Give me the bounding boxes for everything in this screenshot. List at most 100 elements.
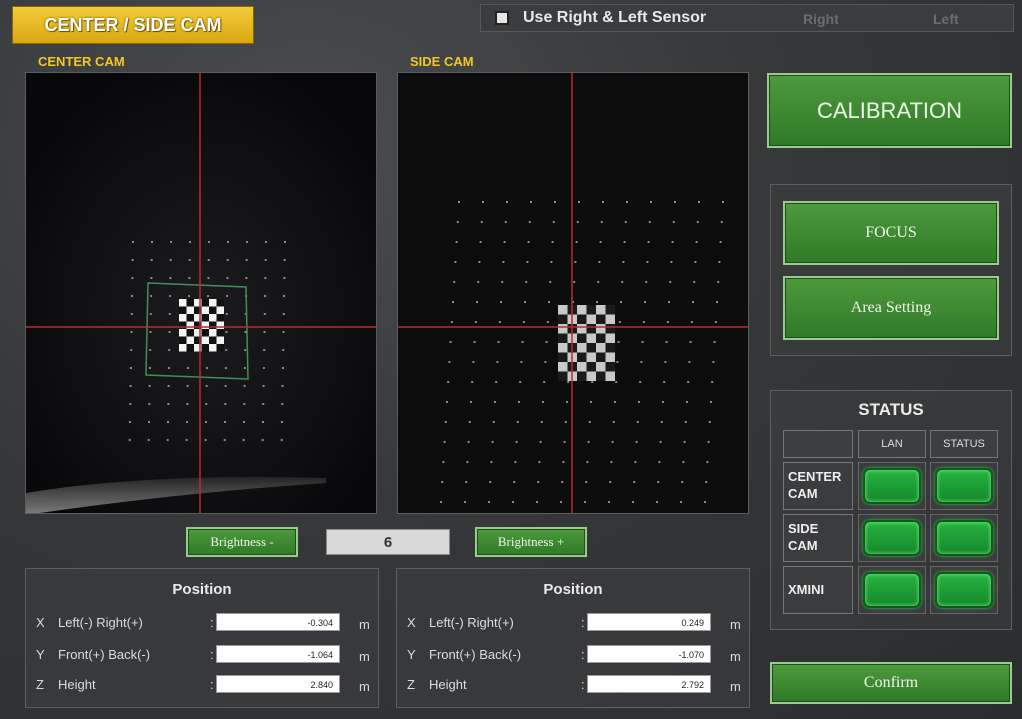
- center-cam-lan-indicator: [863, 468, 921, 504]
- calibration-dot: [514, 461, 517, 463]
- calibration-button[interactable]: CALIBRATION: [767, 73, 1012, 148]
- xmini-status-indicator: [935, 572, 993, 608]
- side-y-value-field[interactable]: -1.070: [587, 645, 711, 663]
- center-z-value-field[interactable]: 2.840: [216, 675, 340, 693]
- calibration-dot: [586, 461, 589, 463]
- calibration-dot: [464, 501, 466, 503]
- calibration-dot: [662, 401, 664, 403]
- row-label: Height: [429, 677, 467, 692]
- center-cam-view[interactable]: [25, 72, 377, 514]
- calibration-dot: [491, 441, 494, 443]
- calibration-dot: [537, 481, 540, 483]
- center-x-value-field[interactable]: -0.304: [216, 613, 340, 631]
- calibration-dot: [131, 259, 134, 261]
- calibration-dot: [148, 367, 151, 369]
- calibration-dot: [205, 367, 208, 369]
- area-setting-button[interactable]: Area Setting: [783, 276, 999, 340]
- use-sensor-checkbox[interactable]: [495, 11, 509, 25]
- calibration-dot: [130, 349, 133, 351]
- status-col-lan: LAN: [858, 430, 926, 458]
- checker-square: [596, 371, 606, 381]
- focus-button[interactable]: FOCUS: [783, 201, 999, 265]
- checker-square: [216, 306, 224, 314]
- colon: :: [581, 677, 585, 692]
- checker-square: [201, 329, 209, 337]
- calibration-dot: [624, 221, 627, 223]
- calibration-dot: [546, 321, 549, 323]
- status-row-xmini-label: XMINI: [783, 566, 853, 614]
- side-pos-row-x: X Left(-) Right(+) : 0.249 m: [397, 613, 749, 633]
- calibration-dot: [132, 241, 134, 243]
- checker-square: [577, 371, 587, 381]
- calibration-dot: [695, 241, 698, 243]
- calibration-dot: [714, 321, 717, 323]
- status-row-label-line1: XMINI: [788, 581, 825, 597]
- calibration-dot: [167, 367, 170, 369]
- calibration-dot: [167, 385, 170, 387]
- calibration-dot: [722, 201, 724, 203]
- checker-square: [596, 324, 606, 334]
- calibration-dot: [596, 301, 598, 303]
- calibration-dot: [129, 421, 131, 423]
- brightness-down-button[interactable]: Brightness -: [186, 527, 298, 557]
- side-cam-lan-indicator: [863, 520, 921, 556]
- unit-label: m: [730, 617, 741, 632]
- axis-label: X: [36, 615, 45, 630]
- calibration-dot: [650, 201, 652, 203]
- calibration-dot: [648, 221, 651, 223]
- status-corner-cell: [783, 430, 853, 458]
- calibration-dot: [705, 481, 708, 483]
- side-x-value-field[interactable]: 0.249: [587, 613, 711, 631]
- tab-center-side-cam[interactable]: CENTER / SIDE CAM: [12, 6, 254, 44]
- calibration-dot: [263, 331, 266, 333]
- colon: :: [210, 615, 214, 630]
- calibration-dot: [665, 341, 668, 343]
- center-y-value-field[interactable]: -1.064: [216, 645, 340, 663]
- calibration-dot: [682, 461, 685, 463]
- calibration-dot: [263, 313, 266, 315]
- status-cell: [858, 566, 926, 614]
- calibration-dot: [188, 277, 191, 279]
- checker-square: [209, 344, 217, 352]
- calibration-dot: [265, 241, 267, 243]
- calibration-dot: [610, 461, 613, 463]
- right-button[interactable]: Right: [803, 11, 839, 27]
- calibration-dot: [711, 381, 714, 383]
- left-button[interactable]: Left: [933, 11, 959, 27]
- calibration-dot: [706, 461, 709, 463]
- checker-square: [201, 299, 209, 307]
- calibration-dot: [519, 381, 522, 383]
- brightness-up-button[interactable]: Brightness +: [475, 527, 587, 557]
- checker-square: [577, 362, 587, 372]
- calibration-dot: [492, 421, 495, 423]
- side-cam-view[interactable]: [397, 72, 749, 514]
- calibration-dot: [526, 261, 529, 263]
- calibration-dot: [693, 281, 696, 283]
- side-pos-row-z: Z Height : 2.792 m: [397, 675, 749, 695]
- calibration-dot: [494, 401, 496, 403]
- side-z-value-field[interactable]: 2.792: [587, 675, 711, 693]
- calibration-dot: [614, 401, 616, 403]
- calibration-dot: [632, 501, 634, 503]
- status-cell: [930, 566, 998, 614]
- calibration-dot: [245, 277, 248, 279]
- calibration-dot: [664, 361, 667, 363]
- checker-square: [179, 336, 187, 344]
- colon: :: [210, 677, 214, 692]
- calibration-dot: [476, 301, 478, 303]
- calibration-dot: [283, 259, 286, 261]
- calibration-dot: [502, 261, 505, 263]
- calibration-dot: [186, 367, 189, 369]
- checker-square: [605, 305, 615, 315]
- calibration-dot: [646, 261, 649, 263]
- checker-square: [596, 314, 606, 324]
- calibration-dot: [597, 281, 600, 283]
- confirm-button[interactable]: Confirm: [770, 662, 1012, 704]
- calibration-dot: [566, 401, 568, 403]
- calibration-dot: [587, 441, 590, 443]
- calibration-dot: [598, 261, 601, 263]
- calibration-dot: [262, 421, 264, 423]
- checker-square: [209, 329, 217, 337]
- xmini-lan-indicator: [863, 572, 921, 608]
- calibration-dot: [712, 361, 715, 363]
